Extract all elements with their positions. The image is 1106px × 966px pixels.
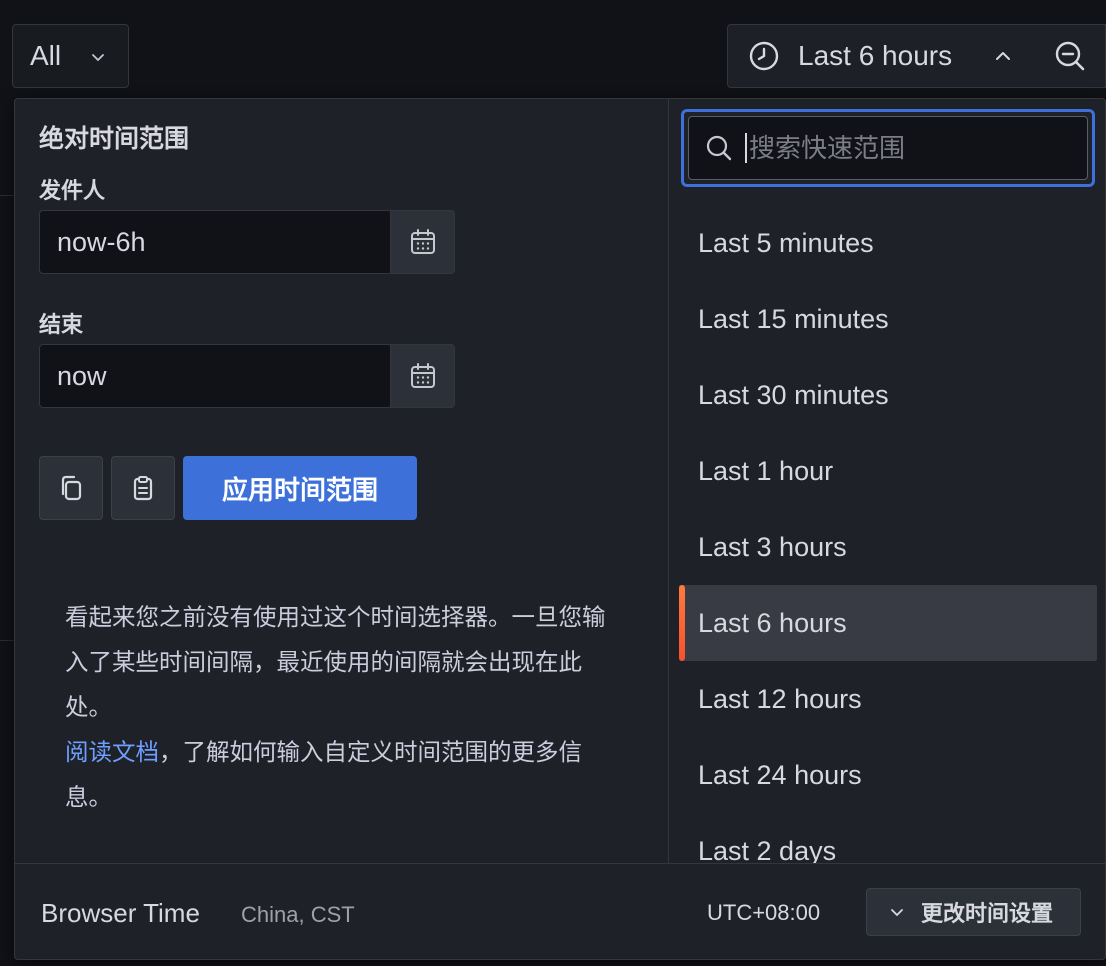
quick-range-search-input[interactable] xyxy=(749,132,1087,164)
calendar-icon xyxy=(409,362,437,390)
clipboard-icon xyxy=(129,474,157,502)
quick-range-option[interactable]: Last 24 hours xyxy=(679,737,1097,813)
chevron-down-icon xyxy=(90,49,106,65)
copy-range-button[interactable] xyxy=(39,456,103,520)
quick-range-option[interactable]: Last 15 minutes xyxy=(679,281,1097,357)
absolute-range-title: 绝对时间范围 xyxy=(39,125,190,153)
apply-time-range-button[interactable]: 应用时间范围 xyxy=(183,456,417,520)
recent-ranges-empty-message: 看起来您之前没有使用过这个时间选择器。一旦您输入了某些时间间隔，最近使用的间隔就… xyxy=(65,595,625,820)
quick-range-option[interactable]: Last 5 minutes xyxy=(679,205,1097,281)
timezone-footer: Browser Time China, CST UTC+08:00 更改时间设置 xyxy=(15,864,1106,961)
utc-offset: UTC+08:00 xyxy=(707,900,821,925)
to-label: 结束 xyxy=(39,312,84,337)
chevron-up-icon xyxy=(994,47,1012,65)
variable-select-value: All xyxy=(30,40,62,71)
quick-ranges-pane: Last 5 minutes Last 15 minutes Last 30 m… xyxy=(669,99,1106,863)
copy-icon xyxy=(57,474,85,502)
to-field-group: now xyxy=(39,344,455,408)
zoom-out-icon xyxy=(1053,39,1087,73)
timezone-detail: China, CST xyxy=(241,902,355,927)
change-time-settings-label: 更改时间设置 xyxy=(921,901,1054,926)
background-divider xyxy=(0,195,14,196)
quick-range-option[interactable]: Last 30 minutes xyxy=(679,357,1097,433)
to-calendar-button[interactable] xyxy=(391,344,455,408)
timezone-label: Browser Time xyxy=(41,898,200,928)
quick-range-option[interactable]: Last 12 hours xyxy=(679,661,1097,737)
search-icon xyxy=(705,134,733,162)
quick-range-search xyxy=(681,109,1095,187)
to-input[interactable]: now xyxy=(39,344,391,408)
quick-range-option[interactable]: Last 3 hours xyxy=(679,509,1097,585)
clock-icon xyxy=(748,40,780,72)
background-divider xyxy=(0,640,14,641)
zoom-out-button[interactable] xyxy=(1034,24,1106,88)
quick-range-option[interactable]: Last 2 days xyxy=(679,813,1097,864)
paste-range-button[interactable] xyxy=(111,456,175,520)
time-range-picker-button[interactable]: Last 6 hours xyxy=(727,24,1035,88)
text-caret xyxy=(745,133,747,163)
from-input[interactable]: now-6h xyxy=(39,210,391,274)
info-text-main: 看起来您之前没有使用过这个时间选择器。一旦您输入了某些时间间隔，最近使用的间隔就… xyxy=(65,604,606,720)
quick-range-option-selected[interactable]: Last 6 hours xyxy=(679,585,1097,661)
from-calendar-button[interactable] xyxy=(391,210,455,274)
time-picker-popover: 绝对时间范围 发件人 now-6h 结束 now 应用时间范围 看起来您之前没有… xyxy=(14,98,1106,960)
chevron-down-icon xyxy=(889,904,905,920)
quick-range-option[interactable]: Last 1 hour xyxy=(679,433,1097,509)
from-field-group: now-6h xyxy=(39,210,455,274)
variable-select[interactable]: All xyxy=(12,24,129,88)
absolute-range-pane: 绝对时间范围 发件人 now-6h 结束 now 应用时间范围 看起来您之前没有… xyxy=(15,99,669,863)
change-time-settings-button[interactable]: 更改时间设置 xyxy=(866,888,1081,936)
read-docs-link[interactable]: 阅读文档 xyxy=(65,739,159,765)
calendar-icon xyxy=(409,228,437,256)
from-label: 发件人 xyxy=(39,178,106,203)
time-range-label: Last 6 hours xyxy=(798,40,953,71)
